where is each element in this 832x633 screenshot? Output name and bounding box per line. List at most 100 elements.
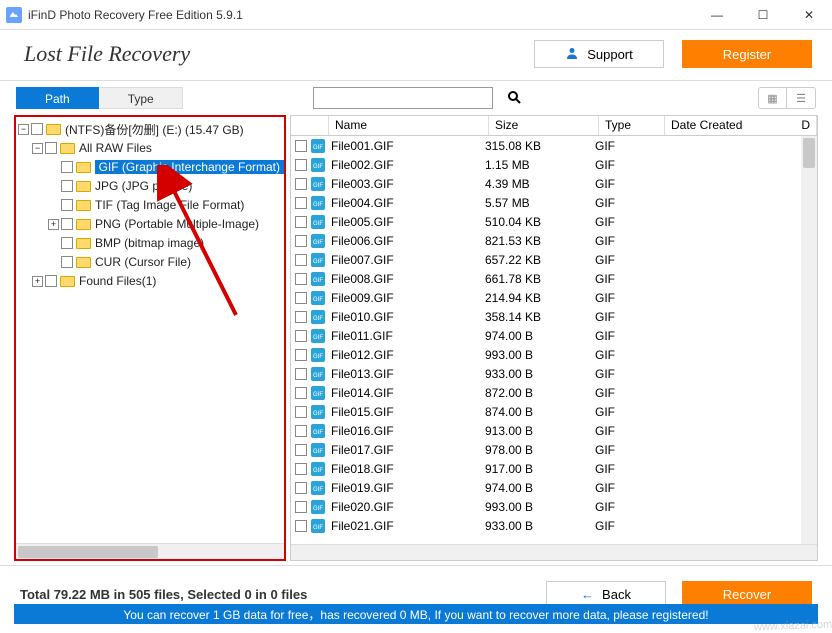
view-list-button[interactable]: ☰ — [787, 88, 815, 108]
table-row[interactable]: GIFFile013.GIF933.00 BGIF — [291, 364, 817, 383]
view-grid-button[interactable]: ▦ — [759, 88, 787, 108]
table-row[interactable]: GIFFile009.GIF214.94 KBGIF — [291, 288, 817, 307]
table-row[interactable]: GIFFile003.GIF4.39 MBGIF — [291, 174, 817, 193]
gif-file-icon: GIF — [311, 253, 325, 267]
grid-vertical-scrollbar[interactable] — [801, 136, 817, 544]
search-input[interactable] — [313, 87, 493, 109]
collapse-icon[interactable]: − — [32, 143, 43, 154]
search-button[interactable] — [497, 87, 531, 109]
row-checkbox[interactable] — [295, 406, 307, 418]
tab-type[interactable]: Type — [99, 87, 183, 109]
maximize-button[interactable]: ☐ — [740, 0, 786, 29]
expand-icon[interactable]: + — [32, 276, 43, 287]
row-checkbox[interactable] — [295, 463, 307, 475]
gif-file-icon: GIF — [311, 367, 325, 381]
tree-item[interactable]: TIF (Tag Image File Format) — [18, 195, 284, 214]
table-row[interactable]: GIFFile008.GIF661.78 KBGIF — [291, 269, 817, 288]
row-checkbox[interactable] — [295, 520, 307, 532]
row-checkbox[interactable] — [295, 425, 307, 437]
row-checkbox[interactable] — [295, 178, 307, 190]
cell-size: 5.57 MB — [479, 196, 589, 210]
table-row[interactable]: GIFFile005.GIF510.04 KBGIF — [291, 212, 817, 231]
tree-item[interactable]: BMP (bitmap image) — [18, 233, 284, 252]
table-row[interactable]: GIFFile011.GIF974.00 BGIF — [291, 326, 817, 345]
row-checkbox[interactable] — [295, 254, 307, 266]
gif-file-icon: GIF — [311, 272, 325, 286]
checkbox[interactable] — [45, 142, 57, 154]
table-row[interactable]: GIFFile004.GIF5.57 MBGIF — [291, 193, 817, 212]
cell-size: 872.00 B — [479, 386, 589, 400]
svg-text:GIF: GIF — [313, 354, 323, 360]
tree-item[interactable]: +PNG (Portable Multiple-Image) — [18, 214, 284, 233]
column-date[interactable]: Date Created D — [665, 116, 817, 135]
grid-body: GIFFile001.GIF315.08 KBGIFGIFFile002.GIF… — [291, 136, 817, 544]
row-checkbox[interactable] — [295, 444, 307, 456]
table-row[interactable]: GIFFile018.GIF917.00 BGIF — [291, 459, 817, 478]
tree-item[interactable]: GIF (Graphic Interchange Format) — [18, 157, 284, 176]
tree-horizontal-scrollbar[interactable] — [16, 543, 284, 559]
cell-name: File006.GIF — [325, 234, 479, 248]
table-row[interactable]: GIFFile012.GIF993.00 BGIF — [291, 345, 817, 364]
row-checkbox[interactable] — [295, 482, 307, 494]
register-button[interactable]: Register — [682, 40, 812, 68]
row-checkbox[interactable] — [295, 349, 307, 361]
column-size[interactable]: Size — [489, 116, 599, 135]
checkbox[interactable] — [61, 218, 73, 230]
folder-icon — [76, 219, 91, 230]
table-row[interactable]: GIFFile016.GIF913.00 BGIF — [291, 421, 817, 440]
cell-type: GIF — [589, 272, 655, 286]
tree-found-files[interactable]: + Found Files(1) — [18, 271, 284, 290]
collapse-icon[interactable]: − — [18, 124, 29, 135]
table-row[interactable]: GIFFile002.GIF1.15 MBGIF — [291, 155, 817, 174]
cell-type: GIF — [589, 291, 655, 305]
row-checkbox[interactable] — [295, 273, 307, 285]
checkbox[interactable] — [61, 256, 73, 268]
row-checkbox[interactable] — [295, 140, 307, 152]
checkbox[interactable] — [61, 180, 73, 192]
cell-type: GIF — [589, 405, 655, 419]
checkbox[interactable] — [61, 237, 73, 249]
support-button[interactable]: Support — [534, 40, 664, 68]
row-checkbox[interactable] — [295, 197, 307, 209]
row-checkbox[interactable] — [295, 368, 307, 380]
row-checkbox[interactable] — [295, 235, 307, 247]
tree-root[interactable]: − (NTFS)备份[勿删] (E:) (15.47 GB) — [18, 119, 284, 138]
row-checkbox[interactable] — [295, 387, 307, 399]
table-row[interactable]: GIFFile010.GIF358.14 KBGIF — [291, 307, 817, 326]
table-row[interactable]: GIFFile007.GIF657.22 KBGIF — [291, 250, 817, 269]
checkbox[interactable] — [45, 275, 57, 287]
table-row[interactable]: GIFFile021.GIF933.00 BGIF — [291, 516, 817, 535]
table-row[interactable]: GIFFile015.GIF874.00 BGIF — [291, 402, 817, 421]
table-row[interactable]: GIFFile020.GIF993.00 BGIF — [291, 497, 817, 516]
folder-icon — [76, 162, 91, 173]
cell-name: File003.GIF — [325, 177, 479, 191]
row-checkbox[interactable] — [295, 311, 307, 323]
tab-path[interactable]: Path — [16, 87, 99, 109]
checkbox[interactable] — [31, 123, 43, 135]
table-row[interactable]: GIFFile001.GIF315.08 KBGIF — [291, 136, 817, 155]
row-checkbox[interactable] — [295, 216, 307, 228]
row-checkbox[interactable] — [295, 330, 307, 342]
checkbox[interactable] — [61, 199, 73, 211]
table-row[interactable]: GIFFile006.GIF821.53 KBGIF — [291, 231, 817, 250]
row-checkbox[interactable] — [295, 501, 307, 513]
tree-item[interactable]: CUR (Cursor File) — [18, 252, 284, 271]
checkbox[interactable] — [61, 161, 73, 173]
close-button[interactable]: ✕ — [786, 0, 832, 29]
minimize-button[interactable]: — — [694, 0, 740, 29]
column-checkbox[interactable] — [291, 116, 329, 135]
row-checkbox[interactable] — [295, 159, 307, 171]
tree-all-raw[interactable]: − All RAW Files — [18, 138, 284, 157]
table-row[interactable]: GIFFile014.GIF872.00 BGIF — [291, 383, 817, 402]
row-checkbox[interactable] — [295, 292, 307, 304]
column-name[interactable]: Name — [329, 116, 489, 135]
table-row[interactable]: GIFFile017.GIF978.00 BGIF — [291, 440, 817, 459]
folder-icon — [76, 200, 91, 211]
folder-icon — [76, 181, 91, 192]
column-type[interactable]: Type — [599, 116, 665, 135]
main: − (NTFS)备份[勿删] (E:) (15.47 GB) − All RAW… — [0, 115, 832, 561]
tree-item[interactable]: JPG (JPG picture) — [18, 176, 284, 195]
grid-horizontal-scrollbar[interactable] — [291, 544, 817, 560]
expand-icon[interactable]: + — [48, 219, 59, 230]
table-row[interactable]: GIFFile019.GIF974.00 BGIF — [291, 478, 817, 497]
